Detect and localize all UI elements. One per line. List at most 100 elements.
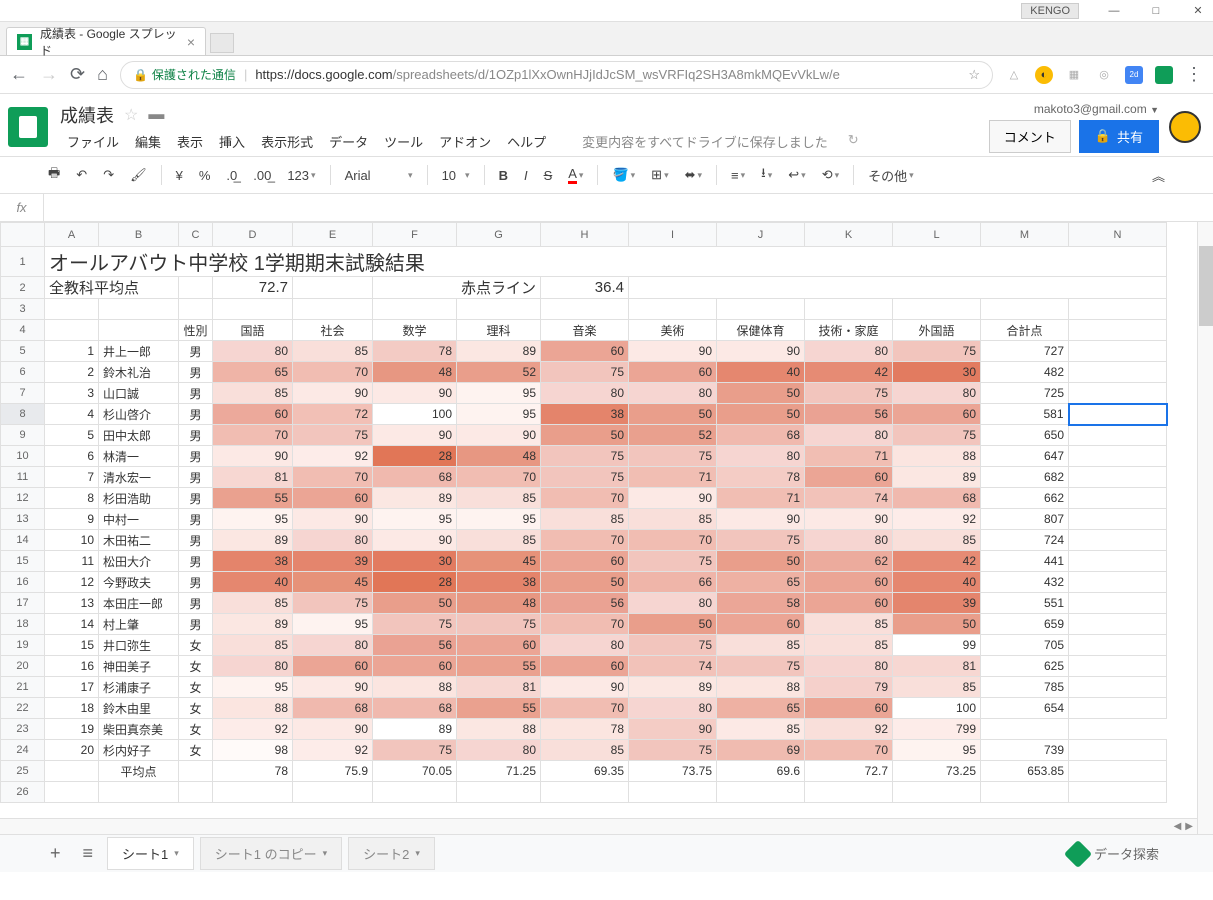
- menu-tools[interactable]: ツール: [377, 130, 430, 153]
- col-header[interactable]: L: [893, 223, 981, 247]
- score-cell[interactable]: 60: [457, 635, 541, 656]
- col-header[interactable]: J: [717, 223, 805, 247]
- score-cell[interactable]: 60: [541, 551, 629, 572]
- menu-view[interactable]: 表示: [170, 130, 210, 153]
- score-cell[interactable]: 60: [293, 488, 373, 509]
- forward-icon[interactable]: →: [40, 64, 58, 85]
- score-cell[interactable]: 90: [457, 425, 541, 446]
- score-cell[interactable]: 705: [981, 635, 1069, 656]
- score-cell[interactable]: 85: [457, 530, 541, 551]
- score-cell[interactable]: 75: [629, 446, 717, 467]
- score-cell[interactable]: 55: [457, 698, 541, 719]
- score-cell[interactable]: 81: [213, 467, 293, 488]
- score-cell[interactable]: 85: [717, 719, 805, 740]
- back-icon[interactable]: ←: [10, 64, 28, 85]
- average-cell[interactable]: 70.05: [373, 761, 457, 782]
- score-cell[interactable]: 581: [981, 404, 1069, 425]
- folder-icon[interactable]: ▬: [148, 106, 164, 124]
- score-cell[interactable]: 80: [717, 446, 805, 467]
- score-cell[interactable]: 100: [893, 698, 981, 719]
- score-cell[interactable]: 98: [213, 740, 293, 761]
- cell[interactable]: [1069, 362, 1167, 383]
- sheet-tab-1[interactable]: シート1▾: [107, 837, 194, 870]
- score-cell[interactable]: 70: [541, 698, 629, 719]
- star-icon[interactable]: ☆: [968, 67, 980, 83]
- score-cell[interactable]: 60: [541, 341, 629, 362]
- dec-increase-icon[interactable]: .00̲: [247, 164, 277, 187]
- score-cell[interactable]: 551: [981, 593, 1069, 614]
- subject-header[interactable]: 音楽: [541, 320, 629, 341]
- student-name[interactable]: 清水宏一: [99, 467, 179, 488]
- score-cell[interactable]: 85: [213, 593, 293, 614]
- score-cell[interactable]: 78: [717, 467, 805, 488]
- bold-icon[interactable]: B: [493, 164, 514, 187]
- score-cell[interactable]: 69: [717, 740, 805, 761]
- cell[interactable]: [1069, 509, 1167, 530]
- score-cell[interactable]: 75: [541, 446, 629, 467]
- score-cell[interactable]: 92: [213, 719, 293, 740]
- score-cell[interactable]: 70: [293, 467, 373, 488]
- score-cell[interactable]: 95: [457, 404, 541, 425]
- average-cell[interactable]: 69.6: [717, 761, 805, 782]
- col-header[interactable]: B: [99, 223, 179, 247]
- subject-header[interactable]: 美術: [629, 320, 717, 341]
- score-cell[interactable]: 55: [457, 656, 541, 677]
- score-cell[interactable]: 56: [373, 635, 457, 656]
- score-cell[interactable]: 60: [893, 404, 981, 425]
- score-cell[interactable]: 38: [541, 404, 629, 425]
- score-cell[interactable]: 90: [293, 677, 373, 698]
- average-cell[interactable]: 73.75: [629, 761, 717, 782]
- menu-addons[interactable]: アドオン: [432, 130, 498, 153]
- cell[interactable]: [981, 719, 1069, 740]
- score-cell[interactable]: 95: [893, 740, 981, 761]
- score-cell[interactable]: 60: [373, 656, 457, 677]
- minimize-button[interactable]: —: [1107, 4, 1121, 18]
- score-cell[interactable]: 60: [213, 404, 293, 425]
- score-cell[interactable]: 89: [373, 488, 457, 509]
- score-cell[interactable]: 38: [213, 551, 293, 572]
- score-cell[interactable]: 48: [457, 446, 541, 467]
- score-cell[interactable]: 75: [293, 593, 373, 614]
- vertical-scrollbar[interactable]: [1197, 222, 1213, 834]
- score-cell[interactable]: 727: [981, 341, 1069, 362]
- score-cell[interactable]: 85: [457, 488, 541, 509]
- score-cell[interactable]: 80: [805, 530, 893, 551]
- avatar[interactable]: [1169, 111, 1201, 143]
- score-cell[interactable]: 68: [717, 425, 805, 446]
- score-cell[interactable]: 75: [541, 362, 629, 383]
- score-cell[interactable]: 80: [805, 425, 893, 446]
- menu-help[interactable]: ヘルプ: [500, 130, 553, 153]
- score-cell[interactable]: 75: [893, 341, 981, 362]
- average-cell[interactable]: 73.25: [893, 761, 981, 782]
- average-cell[interactable]: 69.35: [541, 761, 629, 782]
- score-cell[interactable]: 90: [717, 509, 805, 530]
- reload-icon[interactable]: ⟳: [70, 64, 85, 85]
- score-cell[interactable]: 90: [805, 509, 893, 530]
- score-cell[interactable]: 441: [981, 551, 1069, 572]
- subject-header[interactable]: 外国語: [893, 320, 981, 341]
- score-cell[interactable]: 625: [981, 656, 1069, 677]
- ext-cal-icon[interactable]: 2d: [1125, 66, 1143, 84]
- score-cell[interactable]: 80: [629, 593, 717, 614]
- subject-header[interactable]: 数学: [373, 320, 457, 341]
- score-cell[interactable]: 75: [457, 614, 541, 635]
- score-cell[interactable]: 85: [893, 677, 981, 698]
- score-cell[interactable]: 89: [373, 719, 457, 740]
- score-cell[interactable]: 30: [373, 551, 457, 572]
- score-cell[interactable]: 99: [893, 635, 981, 656]
- average-cell[interactable]: 72.7: [805, 761, 893, 782]
- halign-icon[interactable]: ≡▾: [725, 164, 751, 187]
- score-cell[interactable]: 90: [373, 530, 457, 551]
- score-cell[interactable]: 88: [213, 698, 293, 719]
- score-cell[interactable]: 75: [373, 740, 457, 761]
- score-cell[interactable]: 50: [893, 614, 981, 635]
- score-cell[interactable]: 90: [629, 341, 717, 362]
- score-cell[interactable]: 90: [373, 383, 457, 404]
- score-cell[interactable]: 38: [457, 572, 541, 593]
- score-cell[interactable]: 659: [981, 614, 1069, 635]
- share-button[interactable]: 🔒共有: [1079, 120, 1159, 153]
- score-cell[interactable]: 80: [629, 383, 717, 404]
- score-cell[interactable]: 70: [457, 467, 541, 488]
- student-name[interactable]: 鈴木礼治: [99, 362, 179, 383]
- explore-button[interactable]: データ探索: [1056, 838, 1171, 870]
